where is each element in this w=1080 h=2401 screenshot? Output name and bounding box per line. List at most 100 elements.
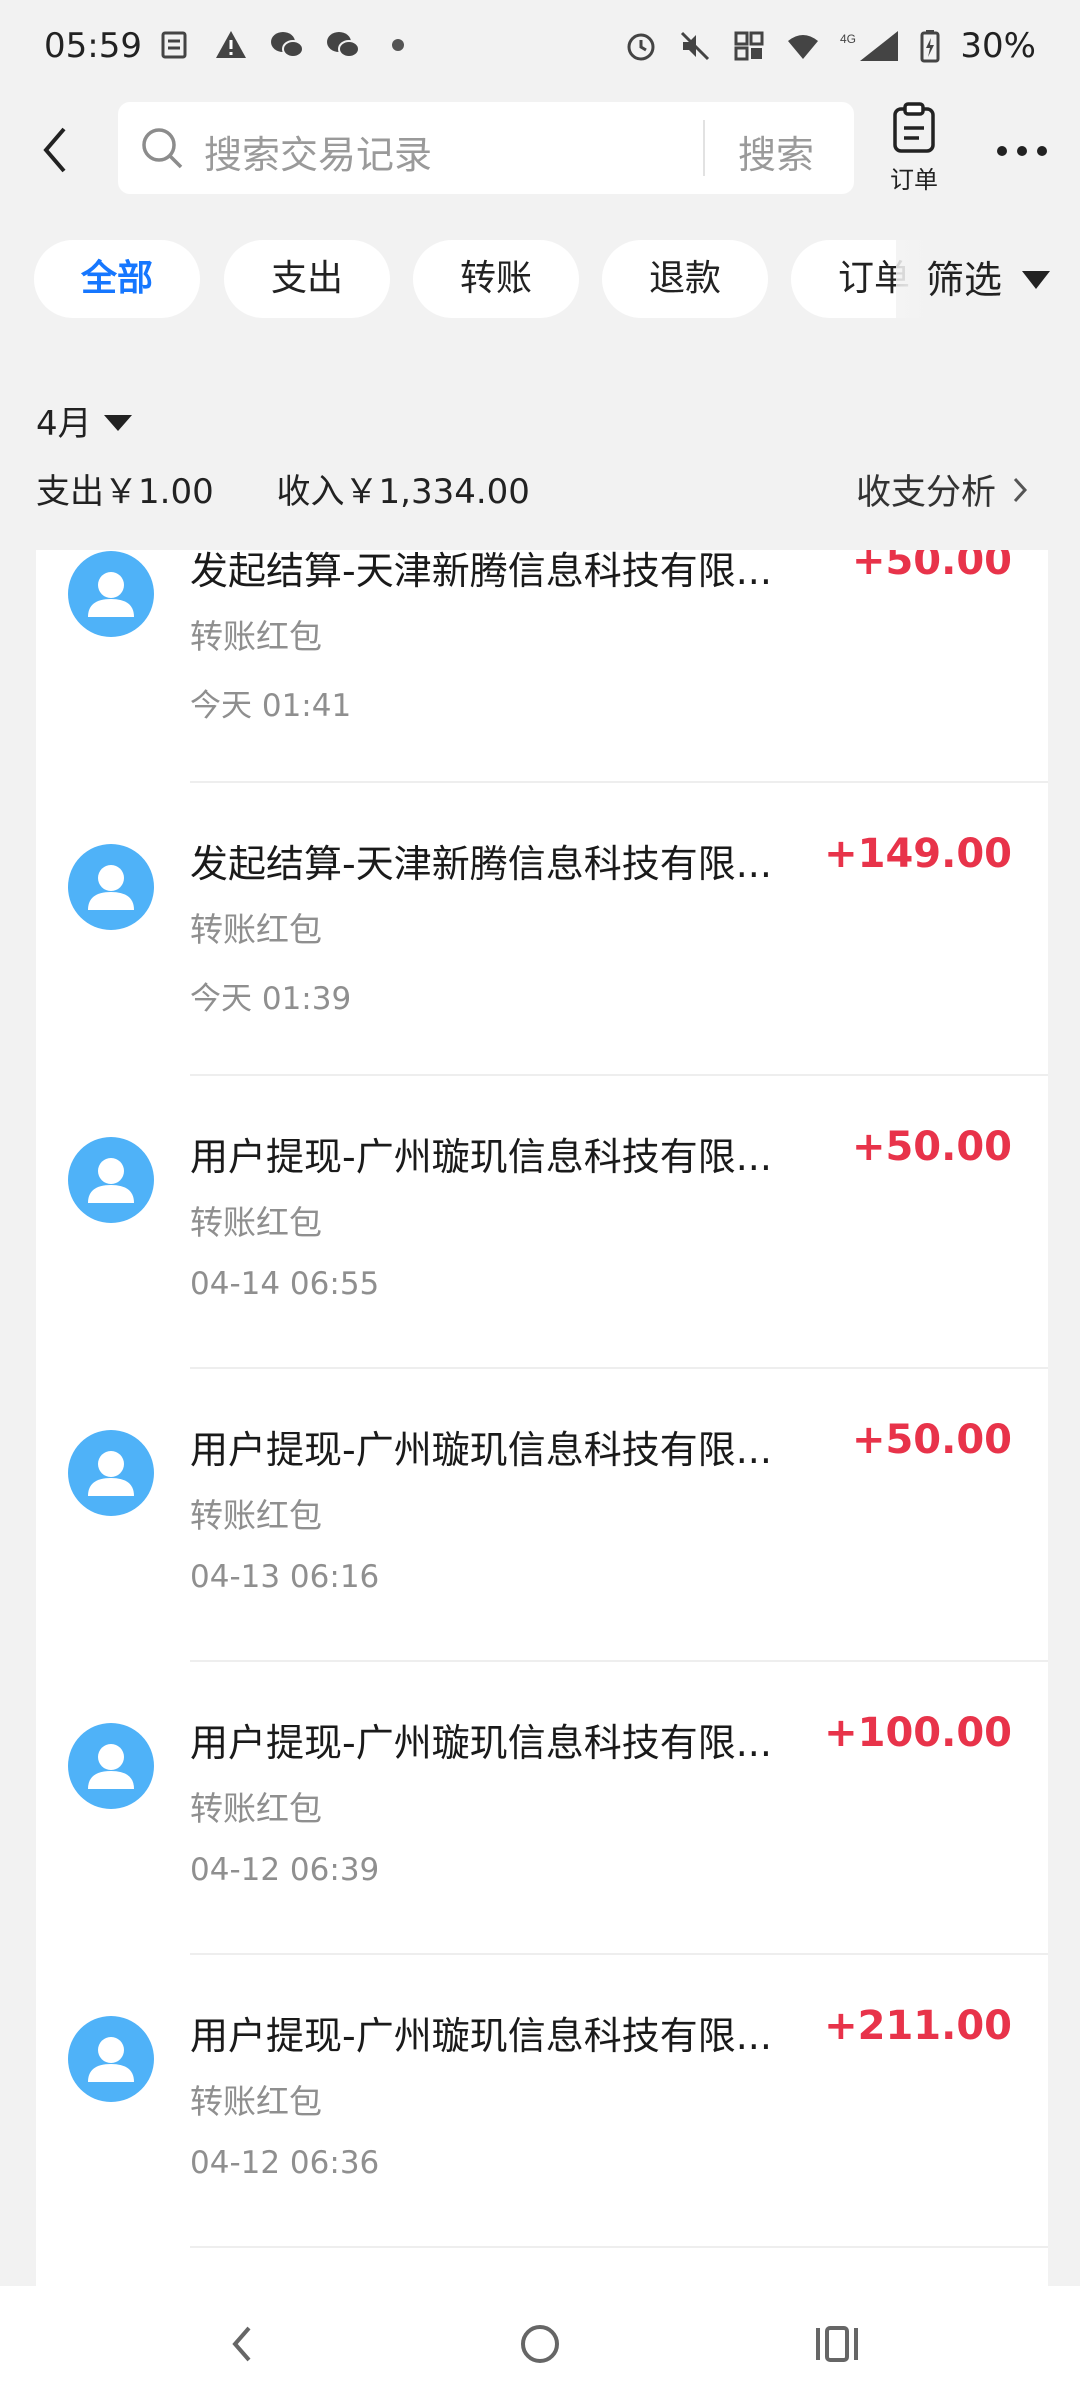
alarm-icon [627,33,655,61]
transaction-amount: +149.00 [824,831,1012,877]
search-button[interactable]: 搜索 [738,124,814,179]
status-bar: 05:59 4G 30% [0,0,1080,96]
status-left-icons [158,28,404,62]
avatar [68,1137,154,1223]
row-divider [190,2246,1048,2248]
transaction-list: 发起结算-天津新腾信息科技有限... +50.00 转账红包 今天 01:41 … [36,550,1048,2286]
transaction-title: 用户提现-广州璇玑信息科技有限... [190,1135,772,1179]
transaction-amount: +211.00 [824,2003,1012,2049]
income-total: 收入￥1,334.00 [276,472,530,512]
transaction-time: 04-14 06:55 [190,1266,380,1302]
battery-percent: 30% [960,26,1036,66]
more-options-button[interactable] [990,136,1054,166]
signal-icon: 4G [840,31,899,61]
status-time: 05:59 [44,26,142,66]
chevron-left-icon [43,127,66,173]
transaction-row[interactable]: 用户提现-广州璇玑信息科技有限... +100.00 转账红包 04-12 06… [36,1700,1048,1993]
transaction-amount: +50.00 [851,1417,1012,1463]
transaction-time: 今天 01:41 [190,688,352,724]
order-label: 订单 [890,166,938,194]
transaction-title: 发起结算-天津新腾信息科技有限... [190,842,772,886]
dot-icon [392,39,404,51]
transaction-time: 04-12 06:39 [190,1852,380,1888]
analysis-link[interactable]: 收支分析 [856,464,1028,515]
filter-button[interactable]: 筛选 [896,238,1080,322]
user-icon [88,1158,134,1203]
notification-icon [161,31,187,59]
row-divider [190,1074,1048,1076]
avatar [68,2016,154,2102]
nav-back-button[interactable] [202,2314,282,2374]
transaction-title: 发起结算-天津新腾信息科技有限... [190,550,772,593]
transaction-row[interactable]: 发起结算-天津新腾信息科技有限... +50.00 转账红包 今天 01:41 [36,550,1048,821]
status-right-icons: 4G 30% [624,26,1036,66]
nfc-icon [734,31,764,61]
battery-icon [920,30,940,63]
row-divider [190,1660,1048,1662]
chip-expense[interactable]: 支出 [224,240,390,318]
row-divider [190,1953,1048,1955]
clipboard-icon [893,102,935,153]
nav-home-button[interactable] [500,2314,580,2374]
transaction-title: 用户提现-广州璇玑信息科技有限... [190,1428,772,1472]
row-divider [190,1367,1048,1369]
transaction-amount: +50.00 [851,1124,1012,1170]
avatar [68,1723,154,1809]
transaction-title: 用户提现-广州璇玑信息科技有限... [190,1721,772,1765]
transaction-row[interactable]: 用户提现-广州璇玑信息科技有限... +50.00 转账红包 04-14 06:… [36,1114,1048,1407]
wechat-icon [327,32,360,58]
row-divider [190,781,1048,783]
nav-back-icon [232,2326,251,2362]
search-input[interactable]: 搜索交易记录 搜索 [118,102,854,194]
transaction-title: 用户提现-广州璇玑信息科技有限... [190,2014,772,2058]
back-button[interactable] [20,112,90,188]
nav-home-icon [521,2325,559,2363]
nav-recents-icon [816,2326,858,2362]
transaction-row[interactable]: 用户提现-广州璇玑信息科技有限... +50.00 转账红包 04-13 06:… [36,1407,1048,1700]
filter-chips: 全部 支出 转账 退款 订单 筛选 [0,238,1080,322]
network-label: 4G [840,32,856,46]
search-divider [703,120,705,176]
transaction-amount: +100.00 [824,1710,1012,1756]
user-icon [88,865,134,910]
order-button[interactable]: 订单 [882,102,946,202]
transaction-time: 04-13 06:16 [190,1559,380,1595]
user-icon [88,2037,134,2082]
more-dot-icon [997,146,1007,156]
avatar [68,844,154,930]
transaction-type: 转账红包 [190,617,322,656]
avatar [68,1430,154,1516]
transaction-row[interactable]: 用户提现-广州璇玑信息科技有限... +211.00 转账红包 04-12 06… [36,1993,1048,2286]
chip-transfer[interactable]: 转账 [413,240,579,318]
avatar [68,551,154,637]
analysis-label: 收支分析 [855,473,996,513]
transaction-amount: +50.00 [851,550,1012,584]
transaction-type: 转账红包 [190,1789,322,1828]
search-icon [142,128,183,169]
transaction-type: 转账红包 [190,1496,322,1535]
more-dot-icon [1017,146,1027,156]
month-label: 4月 [36,404,92,444]
month-selector[interactable]: 4月 [36,396,132,445]
wifi-icon [788,35,819,59]
chip-refund[interactable]: 退款 [602,240,768,318]
user-icon [88,572,134,617]
nav-recents-button[interactable] [797,2314,877,2374]
transaction-row[interactable]: 发起结算-天津新腾信息科技有限... +149.00 转账红包 今天 01:39 [36,821,1048,1114]
header: 搜索交易记录 搜索 订单 [0,96,1080,204]
caret-down-icon [1022,271,1050,289]
system-nav-bar [0,2286,1080,2401]
search-placeholder: 搜索交易记录 [204,133,433,177]
expense-total: 支出￥1.00 [36,472,214,512]
transaction-type: 转账红包 [190,910,322,949]
transaction-time: 04-12 06:36 [190,2145,380,2181]
transaction-time: 今天 01:39 [190,981,352,1017]
transaction-type: 转账红包 [190,2082,322,2121]
user-icon [88,1451,134,1496]
chevron-right-icon [1013,477,1028,502]
transaction-type: 转账红包 [190,1203,322,1242]
month-summary: 支出￥1.00 收入￥1,334.00 [36,464,582,513]
more-dot-icon [1037,146,1047,156]
chip-all[interactable]: 全部 [34,240,200,318]
wechat-icon [271,32,304,58]
